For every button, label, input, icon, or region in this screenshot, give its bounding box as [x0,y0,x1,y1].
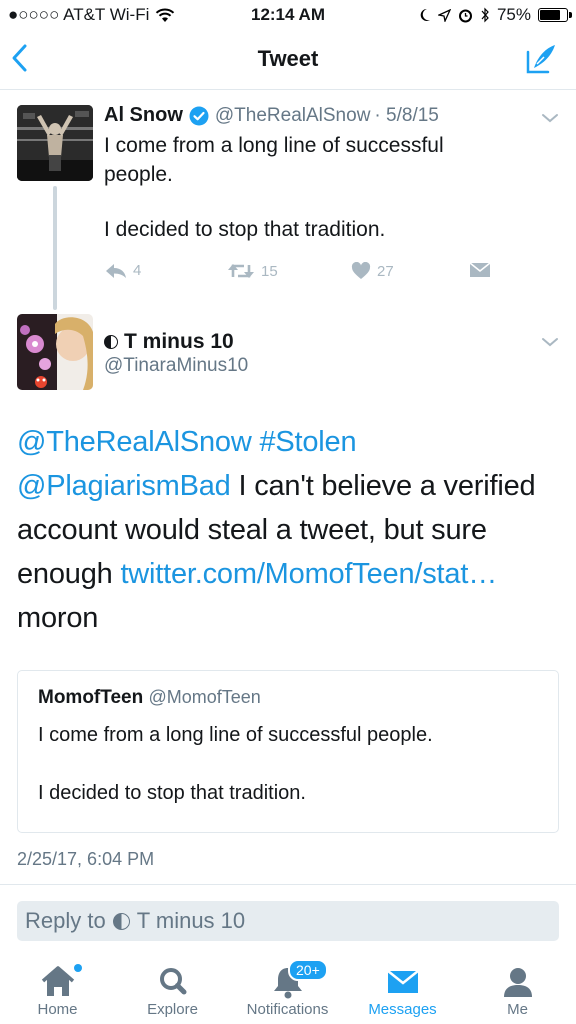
status-icons: 75% [419,5,572,25]
envelope-icon [387,970,419,993]
envelope-icon [469,262,491,277]
retweet-button[interactable]: 15 [227,262,278,280]
mention-link[interactable]: @PlagiarismBad [17,470,231,502]
person-icon [504,968,532,997]
quoted-tweet-text: I come from a long line of successful pe… [38,721,538,808]
parent-tweet-text: I come from a long line of successful pe… [104,131,544,244]
tab-notifications[interactable]: Notifications [230,952,345,1024]
author-name: T minus 10 [124,330,234,353]
battery-level [540,10,560,20]
wrestler-photo-icon [17,105,93,181]
direct-message-button[interactable] [469,262,491,278]
main-tweet-text: @TheRealAlSnow #Stolen @PlagiarismBad I … [17,420,557,640]
tab-explore[interactable]: Explore [115,952,230,1024]
parent-tweet-header: Al Snow @TheRealAlSnow · 5/8/15 [104,104,439,127]
quoted-tweet-card[interactable]: MomofTeen @MomofTeen I come from a long … [17,670,559,833]
tab-label: Messages [368,1001,437,1018]
chevron-down-icon[interactable] [541,336,559,348]
battery-icon [538,8,572,22]
home-icon [41,966,75,996]
like-button[interactable]: 27 [351,262,394,280]
tweet-text-line: I decided to stop that tradition. [104,218,386,241]
tab-messages[interactable]: Messages [345,952,460,1024]
thread-connector-line [53,186,57,310]
tweet-timestamp: 2/25/17, 6:04 PM [17,849,155,869]
tab-home[interactable]: Home [0,952,115,1024]
tweet-body-text: moron [17,602,99,634]
moon-icon [420,8,430,21]
compose-tweet-button[interactable] [524,42,558,76]
half-moon-icon [104,335,118,349]
tab-label: Explore [147,1001,198,1018]
bluetooth-icon [481,7,489,23]
battery-percent: 75% [496,5,531,24]
alarm-icon [458,9,472,22]
tab-label: Notifications [246,1001,329,1018]
page-title: Tweet [257,46,319,71]
compose-icon [526,45,555,74]
tweet-date: · 5/8/15 [374,104,439,126]
heart-icon [351,262,371,279]
tweet-text-line: I come from a long line of successful pe… [104,134,444,186]
author-handle[interactable]: @TinaraMinus10 [104,355,248,377]
new-content-indicator [74,964,82,972]
reply-count: 4 [133,262,142,279]
tab-me[interactable]: Me [460,952,575,1024]
location-icon [437,8,451,22]
search-icon [160,968,187,995]
reply-target: T minus 10 [136,908,246,933]
main-tweet-author[interactable]: T minus 10 [104,330,234,354]
tweet-text-line: I come from a long line of successful pe… [38,724,433,746]
tab-label: Home [37,1001,78,1018]
chevron-down-icon[interactable] [541,112,559,124]
author-name[interactable]: Al Snow [104,104,183,127]
status-bar: ●○○○○ AT&T Wi-Fi 12:14 AM 75% [0,0,576,30]
avatar-t-minus-10[interactable] [17,314,93,390]
reply-input[interactable]: Reply to T minus 10 [17,901,559,941]
half-moon-icon [112,912,130,930]
like-count: 27 [377,262,394,280]
reply-icon [106,263,126,278]
notifications-badge: 20+ [288,959,328,981]
url-link[interactable]: twitter.com/MomofTeen/stat… [120,558,497,590]
reply-prefix: Reply to [25,908,106,933]
retweet-count: 15 [261,262,278,280]
retweet-icon [228,264,254,278]
profile-art-icon [17,314,93,390]
tweet-text-line: I decided to stop that tradition. [38,782,306,804]
nav-bar: Tweet [0,30,576,90]
tab-bar: Home Explore Notifications Messages Me [0,952,576,1024]
quoted-tweet-header: MomofTeen @MomofTeen [38,687,261,709]
verified-badge-icon [189,106,209,125]
reply-button[interactable]: 4 [105,262,141,279]
mention-link[interactable]: @TheRealAlSnow [17,426,252,458]
divider [0,884,576,885]
tab-label: Me [507,1001,528,1018]
author-handle[interactable]: @TheRealAlSnow [215,105,371,127]
avatar-al-snow[interactable] [17,105,93,181]
hashtag-link[interactable]: #Stolen [259,426,356,458]
quoted-author-handle: @MomofTeen [148,687,261,707]
quoted-author-name: MomofTeen [38,687,144,708]
